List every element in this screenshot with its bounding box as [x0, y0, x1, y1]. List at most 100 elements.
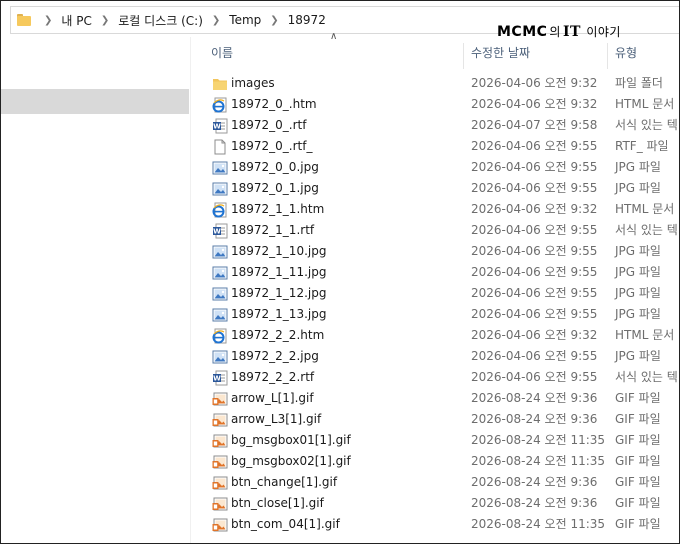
html-icon: [212, 202, 228, 218]
gif-icon: [212, 433, 228, 449]
breadcrumb-separator-icon[interactable]: ❯: [44, 15, 52, 26]
file-row[interactable]: 18972_1_13.jpg 2026-04-06 오전 9:55 JPG 파일: [191, 304, 679, 325]
file-modified-date: 2026-04-06 오전 9:32: [471, 202, 598, 216]
column-divider[interactable]: [607, 43, 608, 69]
file-name: 18972_1_12.jpg: [231, 286, 327, 300]
file-row[interactable]: 18972_1_12.jpg 2026-04-06 오전 9:55 JPG 파일: [191, 283, 679, 304]
file-type: GIF 파일: [615, 433, 661, 447]
navigation-pane[interactable]: [1, 37, 189, 543]
breadcrumb-separator-icon[interactable]: ❯: [212, 15, 220, 26]
file-type: RTF_ 파일: [615, 139, 669, 153]
folder-icon: [212, 76, 228, 92]
gif-icon: [212, 475, 228, 491]
file-name: 18972_2_2.htm: [231, 328, 325, 342]
file-modified-date: 2026-08-24 오전 9:36: [471, 475, 598, 489]
nav-selected-item[interactable]: [1, 89, 189, 114]
file-row[interactable]: arrow_L[1].gif 2026-08-24 오전 9:36 GIF 파일: [191, 388, 679, 409]
breadcrumb-separator-icon[interactable]: ❯: [270, 15, 278, 26]
file-explorer-window: ❯ 내 PC ❯ 로컬 디스크 (C:) ❯ Temp ❯ 18972 ∧ 이름…: [0, 0, 680, 544]
file-row[interactable]: 18972_1_1.htm 2026-04-06 오전 9:32 HTML 문서: [191, 199, 679, 220]
svg-text:W: W: [213, 375, 221, 383]
file-name: arrow_L[1].gif: [231, 391, 314, 405]
file-type: JPG 파일: [615, 307, 661, 321]
file-modified-date: 2026-04-06 오전 9:32: [471, 76, 598, 90]
file-type: HTML 문서: [615, 97, 675, 111]
breadcrumb-local-disk[interactable]: 로컬 디스크 (C:): [118, 7, 203, 33]
image-icon: [212, 286, 228, 302]
file-row[interactable]: 18972_0_.htm 2026-04-06 오전 9:32 HTML 문서: [191, 94, 679, 115]
file-name: 18972_0_.htm: [231, 97, 317, 111]
file-modified-date: 2026-04-06 오전 9:55: [471, 223, 598, 237]
file-row[interactable]: btn_change[1].gif 2026-08-24 오전 9:36 GIF 파…: [191, 472, 679, 493]
file-modified-date: 2026-08-24 오전 9:36: [471, 391, 598, 405]
file-row[interactable]: W 18972_2_2.rtf 2026-04-06 오전 9:55 서식 있는 텍: [191, 367, 679, 388]
column-header-date[interactable]: 수정한 날짜: [471, 37, 530, 69]
file-modified-date: 2026-04-06 오전 9:55: [471, 265, 598, 279]
watermark-tail: 이야기: [586, 25, 621, 39]
file-name: 18972_0_1.jpg: [231, 181, 319, 195]
file-row[interactable]: 18972_0_0.jpg 2026-04-06 오전 9:55 JPG 파일: [191, 157, 679, 178]
file-type: 서식 있는 텍: [615, 370, 678, 384]
image-icon: [212, 160, 228, 176]
breadcrumb-my-pc[interactable]: 내 PC: [61, 7, 91, 33]
column-divider[interactable]: [463, 43, 464, 69]
image-icon: [212, 181, 228, 197]
file-modified-date: 2026-04-06 오전 9:55: [471, 160, 598, 174]
file-row[interactable]: arrow_L3[1].gif 2026-08-24 오전 9:36 GIF 파일: [191, 409, 679, 430]
file-type: JPG 파일: [615, 286, 661, 300]
blank-file-icon: [212, 139, 228, 155]
sort-ascending-icon: ∧: [330, 31, 338, 42]
file-row[interactable]: 18972_0_.rtf_ 2026-04-06 오전 9:55 RTF_ 파일: [191, 136, 679, 157]
file-row[interactable]: 18972_1_11.jpg 2026-04-06 오전 9:55 JPG 파일: [191, 262, 679, 283]
file-row[interactable]: W 18972_1_1.rtf 2026-04-06 오전 9:55 서식 있는 텍: [191, 220, 679, 241]
file-type: GIF 파일: [615, 412, 661, 426]
file-modified-date: 2026-04-06 오전 9:55: [471, 370, 598, 384]
file-modified-date: 2026-04-06 오전 9:55: [471, 349, 598, 363]
gif-icon: [212, 496, 228, 512]
file-type: HTML 문서: [615, 328, 675, 342]
file-modified-date: 2026-04-06 오전 9:32: [471, 97, 598, 111]
html-icon: [212, 328, 228, 344]
word-icon: W: [212, 223, 228, 239]
file-row[interactable]: 18972_0_1.jpg 2026-04-06 오전 9:55 JPG 파일: [191, 178, 679, 199]
file-modified-date: 2026-04-06 오전 9:55: [471, 181, 598, 195]
file-type: 파일 폴더: [615, 76, 663, 90]
file-row[interactable]: btn_close[1].gif 2026-08-24 오전 9:36 GIF 파일: [191, 493, 679, 514]
file-row[interactable]: 18972_2_2.htm 2026-04-06 오전 9:32 HTML 문서: [191, 325, 679, 346]
file-row[interactable]: W 18972_0_.rtf 2026-04-07 오전 9:58 서식 있는 텍: [191, 115, 679, 136]
file-name: 18972_2_2.jpg: [231, 349, 319, 363]
breadcrumb-temp[interactable]: Temp: [229, 7, 261, 33]
file-name: 18972_1_11.jpg: [231, 265, 327, 279]
file-row[interactable]: bg_msgbox01[1].gif 2026-08-24 오전 11:35 GIF…: [191, 430, 679, 451]
image-icon: [212, 244, 228, 260]
file-name: btn_close[1].gif: [231, 496, 324, 510]
folder-icon: [17, 14, 31, 26]
file-type: GIF 파일: [615, 391, 661, 405]
file-type: JPG 파일: [615, 160, 661, 174]
image-icon: [212, 349, 228, 365]
gif-icon: [212, 391, 228, 407]
column-header-name[interactable]: 이름: [211, 37, 233, 69]
file-modified-date: 2026-08-24 오전 11:35: [471, 454, 606, 468]
file-modified-date: 2026-04-07 오전 9:58: [471, 118, 598, 132]
watermark-brand: MCMC: [497, 24, 548, 40]
word-icon: W: [212, 118, 228, 134]
svg-text:W: W: [213, 228, 221, 236]
file-row[interactable]: images 2026-04-06 오전 9:32 파일 폴더: [191, 73, 679, 94]
file-row[interactable]: 18972_2_2.jpg 2026-04-06 오전 9:55 JPG 파일: [191, 346, 679, 367]
file-name: 18972_1_1.rtf: [231, 223, 315, 237]
word-icon: W: [212, 370, 228, 386]
file-row[interactable]: bg_msgbox02[1].gif 2026-08-24 오전 11:35 GIF…: [191, 451, 679, 472]
file-type: 서식 있는 텍: [615, 223, 678, 237]
breadcrumb-current-folder[interactable]: 18972: [288, 7, 326, 33]
breadcrumb-separator-icon[interactable]: ❯: [101, 15, 109, 26]
file-row[interactable]: 18972_1_10.jpg 2026-04-06 오전 9:55 JPG 파일: [191, 241, 679, 262]
file-modified-date: 2026-08-24 오전 9:36: [471, 412, 598, 426]
file-type: GIF 파일: [615, 454, 661, 468]
file-name: 18972_1_10.jpg: [231, 244, 327, 258]
file-name: bg_msgbox02[1].gif: [231, 454, 351, 468]
column-header-type[interactable]: 유형: [615, 37, 637, 69]
file-row[interactable]: btn_com_04[1].gif 2026-08-24 오전 11:35 GIF …: [191, 514, 679, 535]
file-name: images: [231, 76, 275, 90]
file-type: GIF 파일: [615, 475, 661, 489]
